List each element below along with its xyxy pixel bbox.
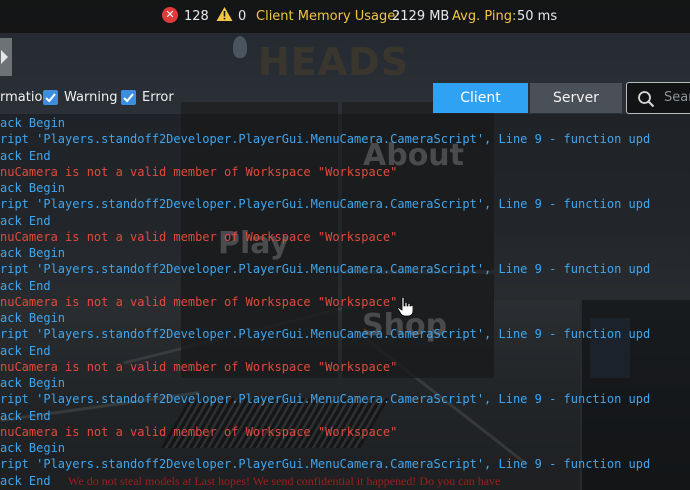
search-placeholder: Sear: [664, 90, 690, 105]
log-line-error: nuCamera is not a valid member of Worksp…: [0, 229, 398, 244]
error-count: 128: [184, 9, 209, 24]
log-line-info: ript 'Players.standoff2Developer.PlayerG…: [0, 262, 651, 277]
filter-warning-checkbox[interactable]: [43, 90, 58, 105]
log-line-info: ript 'Players.standoff2Developer.PlayerG…: [0, 197, 651, 212]
chevron-right-icon: [1, 50, 8, 64]
tab-server[interactable]: Server: [530, 83, 622, 113]
log-line-info: ript 'Players.standoff2Developer.PlayerG…: [0, 327, 651, 342]
warning-icon: [216, 7, 233, 21]
log-line-error: nuCamera is not a valid member of Worksp…: [0, 359, 398, 374]
log-line-info: ack End: [0, 278, 51, 293]
log-line-info: ack End: [0, 213, 51, 228]
ping-value: 50 ms: [517, 9, 558, 24]
filter-error-label: Error: [142, 90, 174, 105]
log-line-error: nuCamera is not a valid member of Worksp…: [0, 424, 398, 439]
log-line-info: ack Begin: [0, 311, 66, 325]
checkmark-icon: [123, 93, 134, 103]
log-line-info: ack Begin: [0, 441, 66, 455]
chat-message: We do not steal models at Last hopes! We…: [68, 474, 501, 488]
filter-warning-label: Warning: [64, 90, 118, 105]
log-line-info: ript 'Players.standoff2Developer.PlayerG…: [0, 392, 651, 407]
log-line-info: ript 'Players.standoff2Developer.PlayerG…: [0, 132, 651, 147]
log-line-info: ack End: [0, 408, 51, 423]
search-icon: [638, 91, 655, 108]
console-log[interactable]: ack Begin ript 'Players.standoff2Develope…: [0, 114, 690, 490]
log-line-info: ack Begin: [0, 181, 66, 195]
filter-error-checkbox[interactable]: [121, 90, 136, 105]
log-line-info: ack Begin: [0, 246, 66, 260]
stats-bar: ✕ 128 0 Client Memory Usage: 2129 MB Avg…: [0, 0, 690, 33]
log-line-error: nuCamera is not a valid member of Worksp…: [0, 294, 398, 309]
log-line-info: ack Begin: [0, 116, 66, 130]
log-line-error: nuCamera is not a valid member of Worksp…: [0, 164, 398, 179]
search-input[interactable]: Sear: [626, 82, 690, 114]
log-line-info: ack Begin: [0, 376, 66, 390]
warning-count: 0: [238, 9, 247, 24]
log-line-info: ack End: [0, 148, 51, 163]
scene-heads-text: HEADS: [258, 40, 410, 84]
checkmark-icon: [45, 93, 56, 103]
memory-label: Client Memory Usage:: [256, 9, 400, 24]
ceiling-lamp: [233, 36, 247, 58]
memory-value: 2129 MB: [392, 9, 450, 24]
hand-cursor-icon: [397, 297, 413, 317]
error-icon: ✕: [162, 7, 178, 23]
log-line-info: ript 'Players.standoff2Developer.PlayerG…: [0, 457, 651, 472]
log-line-info: ack End: [0, 343, 51, 358]
tab-client[interactable]: Client: [433, 83, 528, 113]
ping-label: Avg. Ping:: [452, 9, 517, 24]
